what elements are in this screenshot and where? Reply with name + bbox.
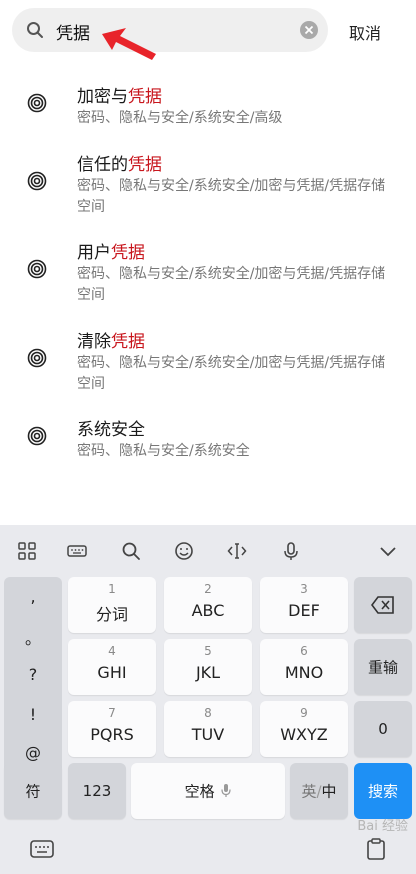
lang-zh-label: 中 <box>321 782 337 801</box>
fingerprint-icon <box>27 348 47 368</box>
key-4[interactable]: 4 GHI <box>68 639 156 695</box>
number-key[interactable]: 123 <box>68 763 126 819</box>
result-path: 密码、隐私与安全/系统安全/加密与凭据/凭据存储空间 <box>77 355 386 392</box>
fingerprint-icon <box>27 93 47 113</box>
punctuation-key[interactable]: @ <box>4 743 62 762</box>
result-item[interactable]: 系统安全 密码、隐私与安全/系统安全 <box>0 415 416 465</box>
reenter-key[interactable]: 重输 <box>354 639 412 695</box>
result-title: 清除凭据 <box>77 332 145 352</box>
watermark: Bai 经验 <box>357 819 408 834</box>
lang-en-label: 英 <box>301 782 317 801</box>
backspace-key[interactable] <box>354 577 412 633</box>
red-arrow-annotation <box>102 28 156 60</box>
key-9[interactable]: 9 WXYZ <box>260 701 348 757</box>
emoji-icon[interactable] <box>174 541 194 561</box>
microphone-icon[interactable] <box>281 541 301 561</box>
keyboard-layout-icon[interactable] <box>67 541 87 561</box>
result-title: 加密与凭据 <box>77 87 162 107</box>
keyboard-icon[interactable] <box>30 837 54 861</box>
fingerprint-icon <box>27 171 47 191</box>
search-icon <box>27 22 43 38</box>
result-item[interactable]: 清除凭据 密码、隐私与安全/系统安全/加密与凭据/凭据存储空间 <box>0 327 416 397</box>
key-6[interactable]: 6 MNO <box>260 639 348 695</box>
grid-icon[interactable] <box>17 541 37 561</box>
result-item[interactable]: 信任的凭据 密码、隐私与安全/系统安全/加密与凭据/凭据存储空间 <box>0 150 416 220</box>
search-bar[interactable]: 凭据 <box>12 8 328 52</box>
key-1[interactable]: 1 分词 <box>68 577 156 633</box>
key-3[interactable]: 3 DEF <box>260 577 348 633</box>
search-icon[interactable] <box>121 541 141 561</box>
punctuation-column[interactable]: , 。 ? ! @ <box>4 577 62 777</box>
cancel-button[interactable]: 取消 <box>349 20 381 44</box>
punctuation-key[interactable]: ! <box>4 705 62 724</box>
microphone-icon <box>221 784 231 797</box>
space-key[interactable]: 空格 <box>131 763 285 819</box>
result-item[interactable]: 用户凭据 密码、隐私与安全/系统安全/加密与凭据/凭据存储空间 <box>0 238 416 308</box>
key-7[interactable]: 7 PQRS <box>68 701 156 757</box>
punctuation-key[interactable]: 。 <box>4 625 62 649</box>
result-item[interactable]: 加密与凭据 密码、隐私与安全/系统安全/高级 <box>0 82 416 132</box>
result-path: 密码、隐私与安全/系统安全/高级 <box>77 110 283 126</box>
language-key[interactable]: 英/中 <box>290 763 348 819</box>
punctuation-key[interactable]: ? <box>4 665 62 684</box>
key-8[interactable]: 8 TUV <box>164 701 252 757</box>
chevron-down-icon[interactable] <box>378 541 398 561</box>
search-input[interactable]: 凭据 <box>56 19 90 44</box>
symbol-key[interactable]: 符 <box>4 763 62 819</box>
cursor-icon[interactable] <box>227 541 247 561</box>
zero-key[interactable]: 0 <box>354 701 412 757</box>
result-title: 系统安全 <box>77 420 145 440</box>
key-5[interactable]: 5 JKL <box>164 639 252 695</box>
backspace-icon <box>371 596 394 614</box>
key-2[interactable]: 2 ABC <box>164 577 252 633</box>
result-title: 信任的凭据 <box>77 155 162 175</box>
search-key[interactable]: 搜索 <box>354 763 412 819</box>
result-path: 密码、隐私与安全/系统安全/加密与凭据/凭据存储空间 <box>77 266 386 303</box>
result-path: 密码、隐私与安全/系统安全/加密与凭据/凭据存储空间 <box>77 178 386 215</box>
clipboard-icon[interactable] <box>364 837 388 861</box>
result-title: 用户凭据 <box>77 243 145 263</box>
fingerprint-icon <box>27 426 47 446</box>
result-path: 密码、隐私与安全/系统安全 <box>77 443 250 459</box>
punctuation-key[interactable]: , <box>4 587 62 606</box>
clear-icon[interactable] <box>300 21 318 39</box>
space-label: 空格 <box>184 782 215 801</box>
fingerprint-icon <box>27 259 47 279</box>
keyboard: , 。 ? ! @ 1 分词 2 ABC 3 DEF 4 GHI 5 JKL 6… <box>0 525 416 874</box>
